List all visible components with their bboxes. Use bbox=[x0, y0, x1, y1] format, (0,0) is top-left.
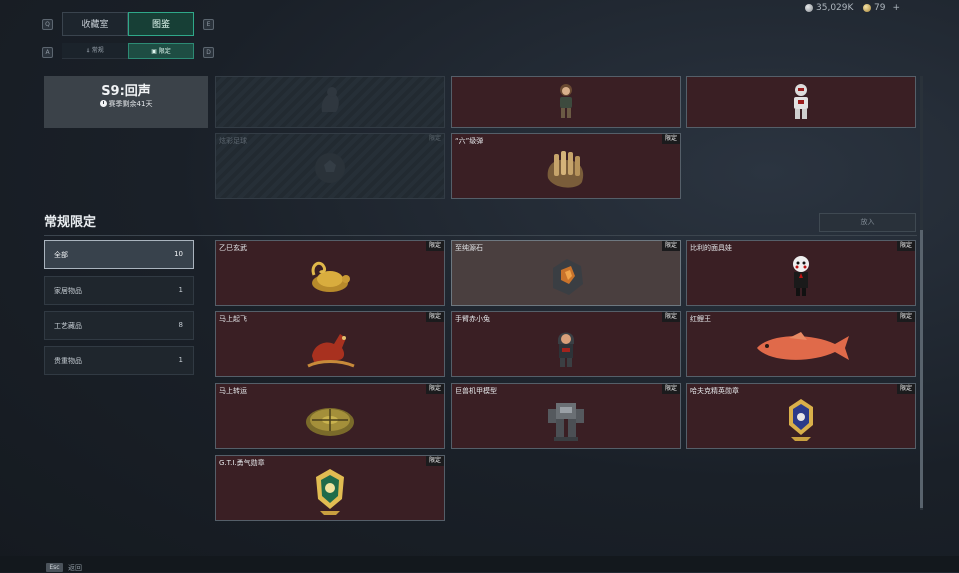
item-card[interactable]: 红鲤王 限定 bbox=[686, 311, 916, 377]
bullet-hand-icon bbox=[547, 151, 584, 188]
compass-disc-icon bbox=[306, 408, 354, 436]
hooded-figure-icon bbox=[558, 332, 574, 367]
item-name: 哈夫克精英勋章 bbox=[690, 387, 739, 395]
item-card[interactable] bbox=[215, 76, 445, 128]
tab-codex[interactable]: 图鉴 bbox=[128, 12, 194, 36]
item-card[interactable]: 巨兽机甲模型 限定 bbox=[451, 383, 681, 449]
limited-tag: 限定 bbox=[425, 456, 444, 466]
section-divider bbox=[44, 235, 917, 236]
season-remaining: 赛季剩余41天 bbox=[44, 99, 208, 109]
limited-tag: 限定 bbox=[425, 384, 444, 394]
football-icon bbox=[315, 153, 345, 183]
footer-bar bbox=[0, 556, 959, 572]
item-card[interactable]: 乙巳玄武 限定 bbox=[215, 240, 445, 306]
key-hint-d: D bbox=[203, 47, 214, 58]
item-card[interactable]: 哈夫克精英勋章 限定 bbox=[686, 383, 916, 449]
add-currency-button[interactable]: + bbox=[892, 3, 900, 13]
subtab-regular-label: 常规 bbox=[91, 47, 104, 54]
silver-coin-icon bbox=[805, 4, 813, 12]
key-hint-a: A bbox=[42, 47, 53, 58]
category-home-items[interactable]: 家居物品 1 bbox=[44, 276, 194, 305]
limited-tag: 限定 bbox=[661, 312, 680, 322]
item-name: 炫彩足球 bbox=[219, 137, 247, 145]
limited-tag: 限定 bbox=[661, 241, 680, 251]
limited-tag: 限定 bbox=[661, 134, 680, 144]
item-card[interactable]: 至纯源石 限定 bbox=[451, 240, 681, 306]
subtab-limited[interactable]: ▣ 限定 bbox=[128, 43, 194, 59]
mech-model-icon bbox=[548, 403, 584, 441]
tab-collection-room[interactable]: 收藏室 bbox=[62, 12, 128, 36]
item-card[interactable]: 比利的面具娃 限定 bbox=[686, 240, 916, 306]
category-all[interactable]: 全部 10 bbox=[44, 240, 194, 269]
category-label: 家居物品 bbox=[54, 287, 82, 295]
golden-tortoise-icon bbox=[311, 261, 350, 292]
item-name: 红鲤王 bbox=[690, 315, 711, 323]
courage-medal-icon bbox=[316, 469, 344, 515]
category-count: 1 bbox=[178, 286, 183, 294]
currency-gold[interactable]: 79 + bbox=[863, 3, 900, 13]
item-card[interactable] bbox=[451, 76, 681, 128]
item-name: 至纯源石 bbox=[455, 244, 483, 252]
currency-silver-value: 35,029K bbox=[816, 3, 854, 13]
limited-tag: 限定 bbox=[425, 241, 444, 251]
limited-tag: 限定 bbox=[896, 312, 915, 322]
currency-silver: 35,029K bbox=[805, 3, 853, 13]
item-name: 马上转运 bbox=[219, 387, 247, 395]
armored-figurine-icon bbox=[794, 84, 808, 119]
put-in-button[interactable]: 放入 bbox=[819, 213, 916, 232]
item-name: “六”级弹 bbox=[455, 137, 484, 145]
item-card[interactable]: G.T.I.勇气勋章 限定 bbox=[215, 455, 445, 521]
limited-tag: 限定 bbox=[661, 384, 680, 394]
source-stone-icon bbox=[553, 259, 583, 295]
season-card: S9:回声 赛季剩余41天 bbox=[44, 76, 208, 128]
key-hint-q: Q bbox=[42, 19, 53, 30]
category-count: 1 bbox=[178, 356, 183, 364]
item-name: 巨兽机甲模型 bbox=[455, 387, 497, 395]
limited-tag: 限定 bbox=[425, 312, 444, 322]
item-card[interactable]: 炫彩足球 限定 bbox=[215, 133, 445, 199]
category-count: 8 bbox=[178, 321, 183, 329]
item-card[interactable]: 马上转运 限定 bbox=[215, 383, 445, 449]
category-label: 贵重物品 bbox=[54, 357, 82, 365]
season-title: S9:回声 bbox=[101, 84, 151, 99]
subtab-limited-label: 限定 bbox=[158, 48, 171, 55]
category-label: 全部 bbox=[54, 251, 68, 259]
item-name: 比利的面具娃 bbox=[690, 244, 732, 252]
section-title: 常规限定 bbox=[44, 215, 97, 230]
key-hint-esc: Esc bbox=[46, 563, 63, 572]
limited-tag: 限定 bbox=[428, 135, 441, 142]
item-card[interactable]: 马上起飞 限定 bbox=[215, 311, 445, 377]
scrollbar-thumb[interactable] bbox=[920, 230, 923, 508]
category-count: 10 bbox=[174, 250, 183, 258]
currency-gold-value: 79 bbox=[874, 3, 886, 13]
item-name: 马上起飞 bbox=[219, 315, 247, 323]
limited-icon: ▣ bbox=[151, 48, 159, 55]
item-card[interactable] bbox=[686, 76, 916, 128]
item-name: 乙巳玄武 bbox=[219, 244, 247, 252]
red-horse-icon bbox=[307, 334, 355, 368]
subtab-regular[interactable]: ⍋ 常规 bbox=[62, 43, 128, 59]
key-hint-e: E bbox=[203, 19, 214, 30]
adventurer-figurine-icon bbox=[560, 84, 572, 118]
category-label: 工艺藏品 bbox=[54, 322, 82, 330]
red-carp-icon bbox=[757, 332, 849, 360]
gold-coin-icon bbox=[863, 4, 871, 12]
item-card[interactable]: 手臂赤小兔 限定 bbox=[451, 311, 681, 377]
clock-icon bbox=[99, 100, 107, 107]
limited-tag: 限定 bbox=[896, 384, 915, 394]
elite-medal-icon bbox=[789, 399, 813, 441]
season-remaining-label: 赛季剩余41天 bbox=[108, 100, 153, 108]
category-valuables[interactable]: 贵重物品 1 bbox=[44, 346, 194, 375]
category-craft-collectibles[interactable]: 工艺藏品 8 bbox=[44, 311, 194, 340]
item-name: G.T.I.勇气勋章 bbox=[219, 459, 265, 467]
item-card[interactable]: “六”级弹 限定 bbox=[451, 133, 681, 199]
item-name: 手臂赤小兔 bbox=[455, 315, 490, 323]
masked-doll-icon bbox=[793, 256, 809, 296]
limited-tag: 限定 bbox=[896, 241, 915, 251]
locked-figure-icon bbox=[321, 87, 339, 112]
